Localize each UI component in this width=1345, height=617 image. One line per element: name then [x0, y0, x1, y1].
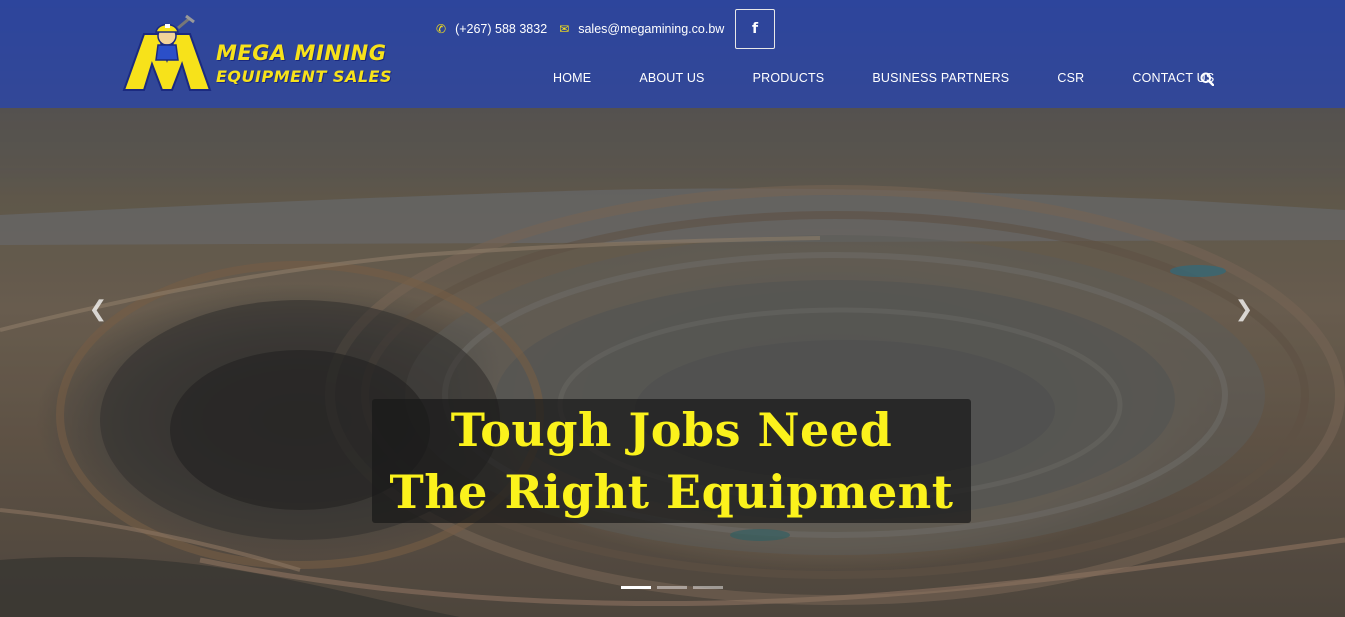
phone-contact[interactable]: ✆ (+267) 588 3832 [436, 22, 547, 36]
nav-about-us[interactable]: ABOUT US [639, 71, 704, 85]
miner-m-icon [122, 14, 212, 91]
chevron-right-icon: ❯ [1234, 297, 1254, 322]
carousel-prev-button[interactable]: ❮ [86, 296, 110, 324]
facebook-icon: f [751, 21, 759, 37]
carousel-indicators [621, 586, 729, 589]
nav-csr[interactable]: CSR [1057, 71, 1084, 85]
hero-caption: Tough Jobs Need The Right Equipment [372, 399, 971, 523]
brand-logo[interactable]: MEGA MINING EQUIPMENT SALES [120, 14, 395, 94]
hero-headline-line1: Tough Jobs Need [450, 403, 893, 457]
nav-products[interactable]: PRODUCTS [753, 71, 825, 85]
carousel-next-button[interactable]: ❯ [1232, 296, 1256, 324]
carousel-indicator-3[interactable] [693, 586, 723, 589]
main-nav: HOME ABOUT US PRODUCTS BUSINESS PARTNERS… [553, 70, 1214, 86]
site-header: MEGA MINING EQUIPMENT SALES ✆ (+267) 588… [0, 0, 1345, 108]
facebook-button[interactable]: f [735, 9, 775, 49]
hero-headline-line2: The Right Equipment [389, 465, 954, 519]
nav-home[interactable]: HOME [553, 71, 591, 85]
phone-icon: ✆ [436, 22, 447, 36]
nav-business-partners[interactable]: BUSINESS PARTNERS [872, 71, 1009, 85]
email-address: sales@megamining.co.bw [578, 22, 725, 36]
contact-bar: ✆ (+267) 588 3832 ✉ sales@megamining.co.… [436, 20, 736, 38]
phone-number: (+267) 588 3832 [455, 22, 548, 36]
envelope-icon: ✉ [559, 22, 570, 36]
search-icon[interactable] [1200, 72, 1214, 86]
carousel-indicator-1[interactable] [621, 586, 651, 589]
email-contact[interactable]: ✉ sales@megamining.co.bw [559, 22, 724, 36]
carousel-indicator-2[interactable] [657, 586, 687, 589]
brand-name-line2: EQUIPMENT SALES [216, 67, 392, 86]
brand-name-line1: MEGA MINING [216, 41, 387, 65]
chevron-left-icon: ❮ [88, 297, 108, 322]
